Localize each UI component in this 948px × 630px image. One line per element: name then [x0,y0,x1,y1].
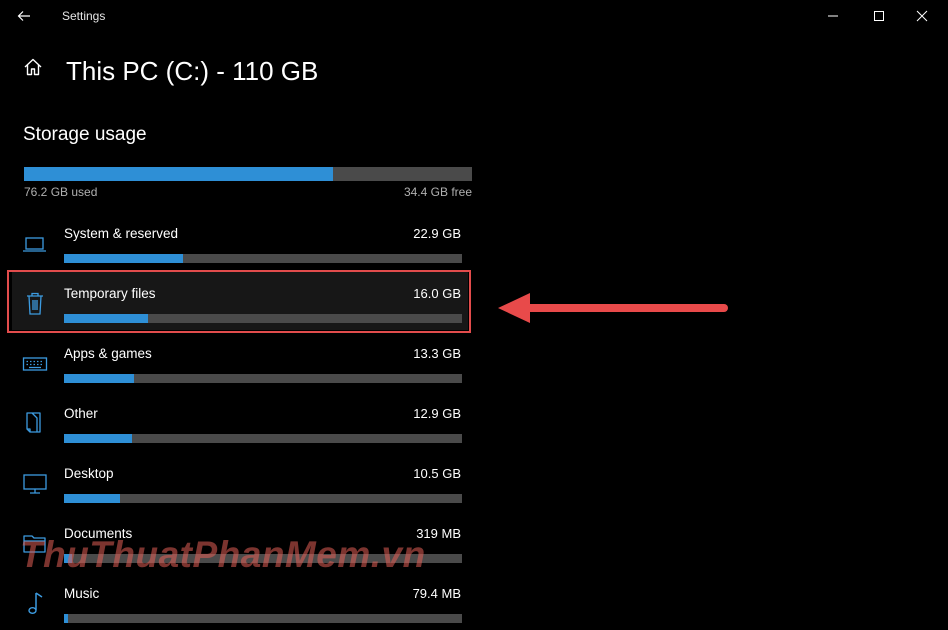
used-label: 76.2 GB used [24,185,98,199]
watermark-logo: ThuThuatPhanMem.vn [20,534,426,575]
free-label: 34.4 GB free [403,185,472,199]
close-button[interactable] [899,0,945,32]
category-name: Apps & games [64,346,152,361]
total-usage-bar [24,167,472,181]
monitor-icon [23,474,47,494]
minimize-button[interactable] [810,0,856,32]
keyboard-icon [22,357,48,371]
maximize-icon [874,11,884,21]
music-icon [28,592,43,615]
category-size: 22.9 GB [413,226,461,241]
category-size: 79.4 MB [412,586,461,601]
laptop-icon [23,237,46,252]
category-name: Other [64,406,98,421]
category-bar [64,614,462,623]
category-bar [64,254,462,263]
home-icon[interactable] [22,56,44,78]
highlight-box [7,270,471,333]
category-name: Music [64,586,100,601]
back-arrow-icon [17,11,30,21]
category-row-apps-games[interactable]: Apps & games 13.3 GB [12,332,468,390]
total-usage-fill [24,167,334,181]
page-header: This PC (C:) - 110 GB [22,56,318,86]
category-row-desktop[interactable]: Desktop 10.5 GB [12,452,468,510]
close-icon [916,10,928,22]
category-bar-fill [64,614,68,623]
page-title: This PC (C:) - 110 GB [66,56,319,86]
other-files-icon [26,412,41,433]
category-row-system-reserved[interactable]: System & reserved 22.9 GB [12,212,468,270]
back-button[interactable] [10,4,38,28]
category-bar [64,374,462,383]
title-bar: Settings [0,0,948,32]
app-title: Settings [62,9,106,23]
category-bar-fill [64,434,132,443]
category-size: 10.5 GB [413,466,461,481]
category-bar-fill [64,494,120,503]
category-name: System & reserved [64,226,179,241]
category-size: 12.9 GB [413,406,461,421]
category-row-other[interactable]: Other 12.9 GB [12,392,468,450]
category-bar-fill [64,254,184,263]
category-name: Desktop [64,466,114,481]
category-size: 13.3 GB [413,346,461,361]
category-bar [64,434,462,443]
minimize-icon [828,15,838,17]
pointer-arrow-icon [498,293,728,323]
category-row-music[interactable]: Music 79.4 MB [12,572,468,630]
category-bar [64,494,462,503]
maximize-button[interactable] [856,0,902,32]
section-title: Storage usage [23,124,147,145]
category-bar-fill [64,374,134,383]
